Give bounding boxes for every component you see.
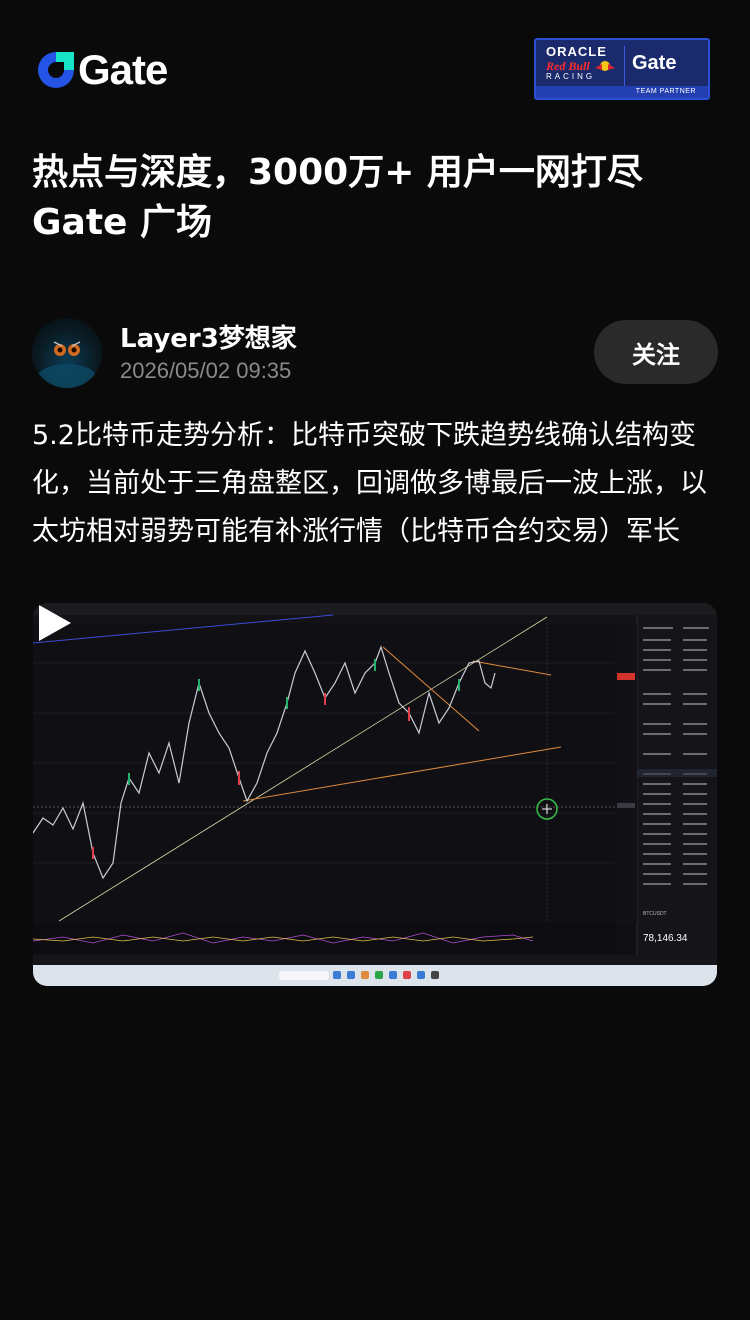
panel-price: 78,146.34 xyxy=(643,933,688,944)
follow-button[interactable]: 关注 xyxy=(594,320,718,384)
avatar-image-icon xyxy=(37,341,97,388)
oracle-text: ORACLE xyxy=(546,44,607,59)
gate-logo: Gate xyxy=(36,46,168,93)
author-name[interactable]: Layer3梦想家 xyxy=(120,318,297,355)
svg-text:BTCUSDT: BTCUSDT xyxy=(643,911,667,917)
partner-gate-text: Gate xyxy=(632,52,677,74)
racing-text: RACING xyxy=(546,72,596,81)
team-partner-label: TEAM PARTNER xyxy=(536,86,708,98)
headline: 热点与深度，3000万+ 用户一网打尽 Gate 广场 xyxy=(32,148,722,248)
post-timestamp: 2026/05/02 09:35 xyxy=(120,358,292,383)
partner-banner: ORACLE Red Bull RACING Gate TEAM PARTNER xyxy=(534,38,710,100)
avatar[interactable] xyxy=(32,318,102,388)
partner-divider xyxy=(624,46,625,86)
video-thumbnail: 78,146.34 BTCUSDT xyxy=(33,603,717,986)
video-player[interactable]: 78,146.34 BTCUSDT xyxy=(33,603,717,986)
gate-logo-icon xyxy=(38,52,74,88)
headline-line2: Gate 广场 xyxy=(32,202,213,243)
app-header: Gate ORACLE Red Bull RACING Gate TEAM PA… xyxy=(0,0,750,130)
author-row: Layer3梦想家 2026/05/02 09:35 关注 xyxy=(32,316,718,390)
bull-icon xyxy=(595,61,615,71)
post-body: 5.2比特币走势分析：比特币突破下跌趋势线确认结构变化，当前处于三角盘整区，回调… xyxy=(32,420,707,547)
play-icon[interactable] xyxy=(33,603,75,643)
headline-line1: 热点与深度，3000万+ 用户一网打尽 xyxy=(32,152,643,193)
logo-text: Gate xyxy=(78,46,168,93)
